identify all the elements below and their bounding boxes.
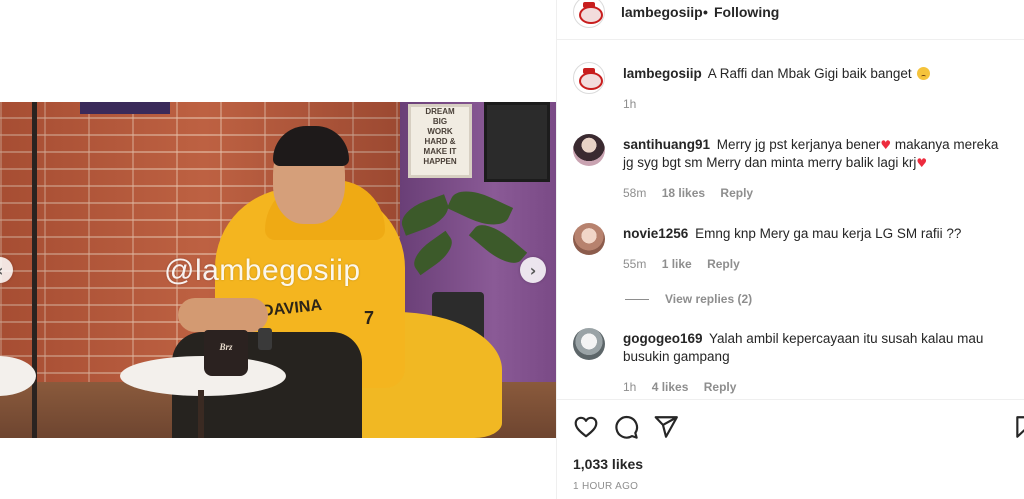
- reply-button[interactable]: Reply: [704, 380, 737, 394]
- mug: Brz: [204, 330, 248, 376]
- comment-likes[interactable]: 4 likes: [652, 380, 689, 394]
- pleading-face-icon: [917, 67, 931, 80]
- caption-time: 1h: [623, 97, 637, 111]
- view-replies-button[interactable]: View replies (2): [625, 292, 752, 306]
- caption-text: A Raffi dan Mbak Gigi baik banget: [707, 66, 912, 81]
- reply-button[interactable]: Reply: [720, 186, 753, 200]
- commenter-username[interactable]: novie1256: [623, 226, 688, 241]
- separator-dot: •: [703, 4, 708, 20]
- red-heart-icon: ♥: [880, 138, 892, 152]
- share-paper-plane-icon[interactable]: [653, 414, 679, 440]
- comment-meta: 58m 18 likes Reply: [623, 186, 765, 200]
- likes-count[interactable]: 1,033 likes: [573, 456, 643, 472]
- author-username[interactable]: lambegosiip: [621, 4, 703, 20]
- following-button[interactable]: Following: [714, 4, 779, 20]
- post-header: lambegosiip • Following: [557, 0, 1024, 40]
- commenter-avatar[interactable]: [573, 134, 605, 166]
- comment-item: novie1256 Emng knp Mery ga mau kerja LG …: [623, 225, 1003, 243]
- caption-avatar[interactable]: [573, 62, 605, 94]
- post-timestamp: 1 HOUR AGO: [573, 481, 639, 492]
- comment-likes[interactable]: 1 like: [662, 257, 692, 271]
- caption-meta: 1h: [623, 97, 648, 111]
- comment-meta: 55m 1 like Reply: [623, 257, 752, 271]
- post-actions: 1,033 likes 1 HOUR AGO: [557, 399, 1024, 499]
- comment-time: 55m: [623, 257, 647, 271]
- reply-button[interactable]: Reply: [707, 257, 740, 271]
- comment-time: 1h: [623, 380, 637, 394]
- like-heart-icon[interactable]: [573, 414, 599, 440]
- caption: lambegosiip A Raffi dan Mbak Gigi baik b…: [623, 65, 1003, 83]
- wall-poster: DREAM BIG WORK HARD & MAKE IT HAPPEN: [408, 104, 472, 178]
- caption-username[interactable]: lambegosiip: [623, 66, 702, 81]
- comment-bubble-icon[interactable]: [613, 414, 639, 440]
- comment-text: Merry jg pst kerjanya bener: [716, 137, 881, 152]
- comment-time: 58m: [623, 186, 647, 200]
- author-avatar[interactable]: [573, 0, 605, 28]
- media-pane: DREAM BIG WORK HARD & MAKE IT HAPPEN DAV…: [0, 0, 556, 499]
- wall-frame: [484, 102, 550, 182]
- comments-list: lambegosiip A Raffi dan Mbak Gigi baik b…: [557, 40, 1024, 398]
- comments-panel: lambegosiip • Following lambegosiip A Ra…: [556, 0, 1024, 499]
- commenter-avatar[interactable]: [573, 328, 605, 360]
- next-media-button[interactable]: ›: [520, 257, 546, 283]
- comment-meta: 1h 4 likes Reply: [623, 380, 748, 394]
- red-heart-icon: ♥: [916, 156, 928, 170]
- save-bookmark-icon[interactable]: [1013, 414, 1024, 440]
- comment-item: gogogeo169 Yalah ambil kepercayaan itu s…: [623, 330, 1003, 366]
- comment-item: santihuang91 Merry jg pst kerjanya bener…: [623, 136, 1003, 172]
- commenter-username[interactable]: santihuang91: [623, 137, 710, 152]
- post-video[interactable]: DREAM BIG WORK HARD & MAKE IT HAPPEN DAV…: [0, 102, 556, 438]
- commenter-username[interactable]: gogogeo169: [623, 331, 703, 346]
- video-watermark: @lambegosiip: [164, 254, 361, 287]
- commenter-avatar[interactable]: [573, 223, 605, 255]
- comment-text: Emng knp Mery ga mau kerja LG SM rafii ?…: [695, 226, 962, 241]
- comment-likes[interactable]: 18 likes: [662, 186, 705, 200]
